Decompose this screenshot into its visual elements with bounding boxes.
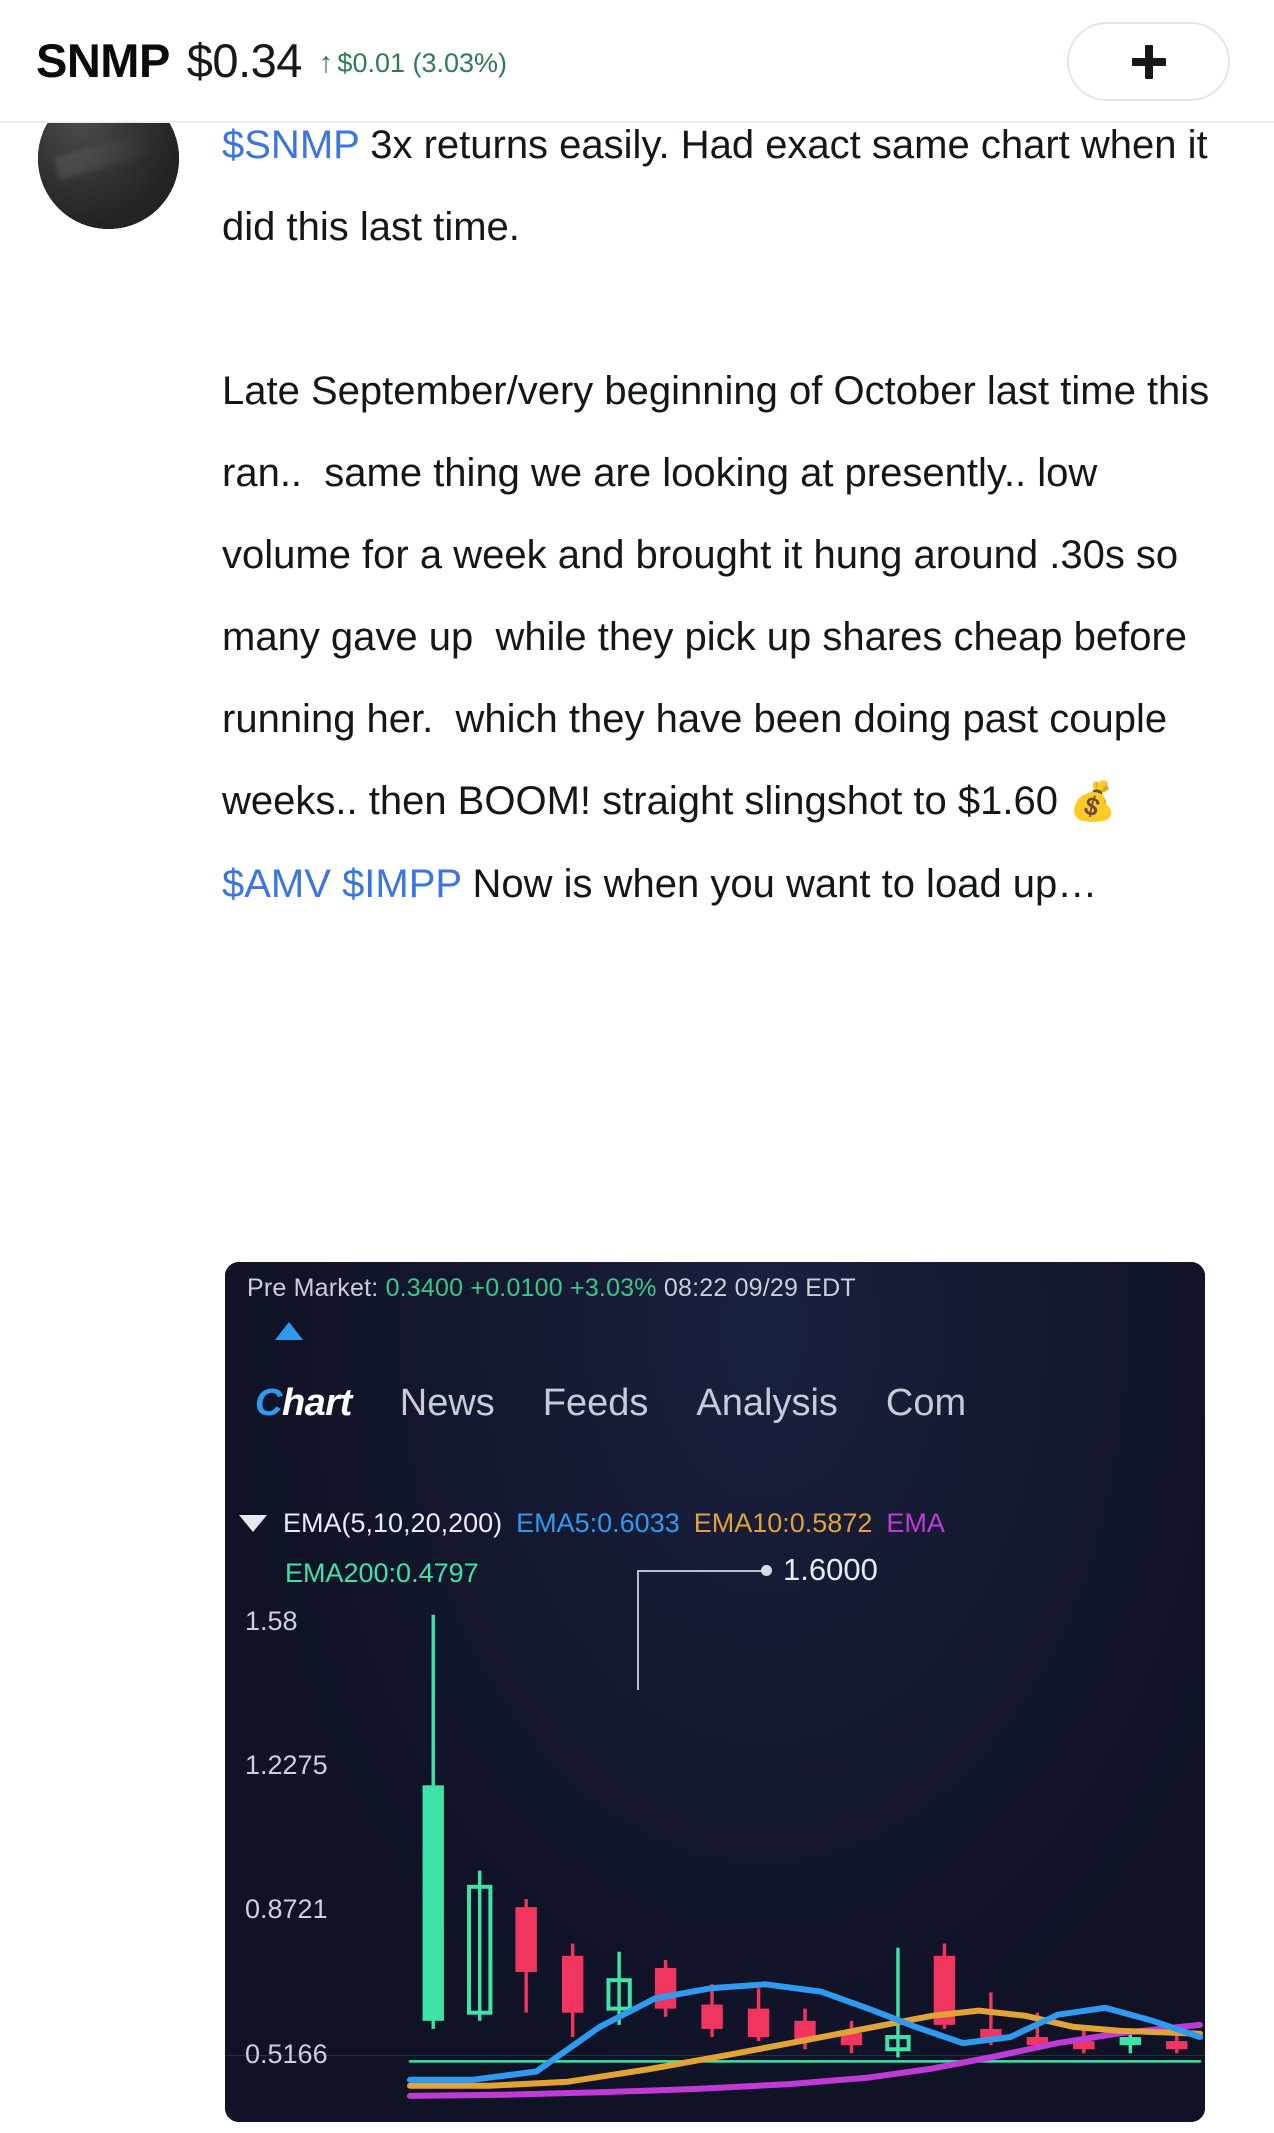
ticker-summary: SNMP $0.34 ↑ $0.01 (3.03%): [36, 0, 507, 121]
post-text-run: 3x returns easily. Had exact same chart …: [222, 123, 1210, 823]
candlestick: [515, 1898, 537, 2013]
ema-legend-row: EMA(5,10,20,200) EMA5:0.6033 EMA10:0.587…: [239, 1510, 945, 1537]
ticker-change: ↑ $0.01 (3.03%): [318, 46, 508, 79]
ticker-price: $0.34: [186, 34, 303, 87]
plus-icon: [1131, 44, 1166, 79]
arrow-up-icon: ↑: [318, 46, 334, 79]
chevron-down-icon[interactable]: [239, 1515, 267, 1532]
ema200-value: EMA200:0.4797: [285, 1558, 479, 1588]
cashtag-link[interactable]: $AMV: [222, 862, 331, 906]
ticker-change-value: $0.01 (3.03%): [337, 47, 508, 78]
cashtag-link[interactable]: $IMPP: [342, 862, 461, 906]
add-button[interactable]: [1067, 22, 1230, 101]
post-text: $SNMP 3x returns easily. Had exact same …: [222, 104, 1212, 925]
ema10-value: EMA10:0.5872: [693, 1508, 873, 1538]
candlestick: [654, 1959, 677, 2017]
ema5-value: EMA5:0.6033: [516, 1508, 680, 1538]
candlestick: [422, 1614, 444, 2029]
cashtag-link[interactable]: $SNMP: [222, 123, 359, 167]
candlestick: [885, 1947, 911, 2058]
ticker-header: SNMP $0.34 ↑ $0.01 (3.03%): [0, 0, 1274, 123]
ticker-symbol: SNMP: [36, 34, 170, 87]
chart-image-card[interactable]: Pre Market: 0.3400 +0.0100 +3.03% 08:22 …: [225, 1262, 1205, 2122]
candlestick: [561, 1943, 584, 2038]
candlestick: [840, 2020, 863, 2054]
candlestick-plot: [407, 1614, 1203, 2099]
post-text-run: Now is when you want to load up…: [461, 862, 1098, 906]
ema20-value: EMA: [886, 1508, 945, 1538]
candlestick: [467, 1870, 493, 2021]
post-text-run: [331, 862, 342, 906]
ema-legend-title: EMA(5,10,20,200): [283, 1508, 503, 1538]
money-bag-emoji: 💰: [1069, 781, 1117, 823]
candlestick: [747, 1988, 770, 2042]
